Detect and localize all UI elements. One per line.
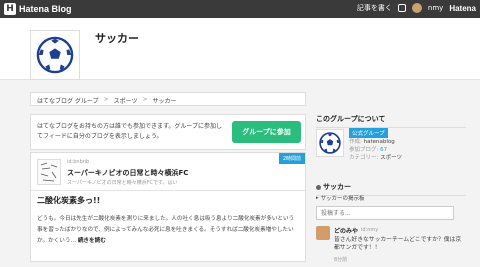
group-title: サッカー — [95, 32, 139, 45]
entry-excerpt: どうも。今日は先生が二酸化炭素を測りに来ました。人の吐く息は吸う息より二酸化炭素… — [37, 214, 299, 247]
board-post-input[interactable] — [316, 206, 454, 220]
entry-excerpt-text: どうも。今日は先生が二酸化炭素を測りに来ました。人の吐く息は吸う息より二酸化炭素… — [37, 216, 295, 244]
join-panel: はてなブログをお持ちの方は誰でも参加できます。グループに参加してフィードに自分の… — [30, 114, 306, 150]
comment-author[interactable]: どのみや — [334, 226, 358, 235]
pin-icon — [316, 184, 321, 190]
board-title: サッカー — [323, 183, 351, 191]
breadcrumb-home[interactable]: はてなブログ グループ — [37, 96, 99, 105]
hatena-blog-logo[interactable]: H Hatena Blog — [4, 3, 72, 15]
breadcrumb: はてなブログ グループ > スポーツ > サッカー — [30, 92, 306, 106]
group-header: サッカー — [0, 18, 480, 80]
category-label: カテゴリー: — [349, 155, 379, 161]
creator-label: 作成: — [349, 139, 362, 145]
soccer-ball-icon — [30, 30, 80, 80]
logo-text: Hatena Blog — [19, 4, 72, 14]
join-message: はてなブログをお持ちの方は誰でも参加できます。グループに参加してフィードに自分の… — [37, 123, 223, 140]
read-more-link[interactable]: 続きを読む — [78, 238, 106, 244]
entry-blog-description: スーパーキノピオの日常と時々横浜FCです。はい — [67, 180, 178, 186]
breadcrumb-current: サッカー — [152, 98, 177, 105]
avatar[interactable] — [316, 226, 330, 240]
about-section-title: このグループについて — [316, 114, 466, 128]
category-value[interactable]: スポーツ — [380, 155, 402, 161]
feed-entry: id:bnbnb スーパーキノピオの日常と時々横浜FC スーパーキノピオの日常と… — [30, 152, 306, 262]
soccer-ball-icon — [316, 129, 344, 157]
global-header: H Hatena Blog 記事を書く nmy Hatena — [0, 0, 480, 18]
comment-author-id[interactable]: id:nmy — [361, 227, 378, 233]
blogs-label: 参加ブログ: — [349, 147, 379, 153]
header-actions: 記事を書く nmy Hatena — [357, 3, 476, 13]
divider — [31, 190, 305, 191]
comment-text: 皆さん好きなサッカーチームどこですか？僕は京都サンガです！！ — [334, 237, 462, 251]
sidebar: このグループについて 公式グループ 作成: hatenablog 参加ブログ: … — [316, 114, 466, 263]
hatena-logo-icon: H — [4, 3, 16, 15]
entry-title[interactable]: 二酸化炭素多っ!! — [37, 195, 100, 206]
board-link-label: サッカーの掲示板 — [320, 196, 365, 202]
username[interactable]: nmy — [428, 4, 443, 12]
entry-blog-name[interactable]: スーパーキノピオの日常と時々横浜FC — [67, 168, 188, 178]
hatena-brand-link[interactable]: Hatena — [449, 4, 476, 13]
join-group-button[interactable]: グループに参加 — [232, 121, 301, 143]
comment-timestamp: 8分前 — [334, 257, 348, 263]
user-avatar[interactable] — [411, 3, 422, 13]
blog-thumbnail[interactable] — [37, 159, 61, 185]
chevron-right-icon: ▸ — [316, 195, 319, 201]
notification-icon[interactable] — [397, 4, 406, 12]
official-group-badge: 公式グループ — [349, 128, 388, 138]
time-badge: 2時間前 — [278, 153, 305, 164]
breadcrumb-sports[interactable]: スポーツ — [114, 96, 138, 105]
entry-author[interactable]: id:bnbnb — [67, 159, 89, 165]
breadcrumb-separator: > — [142, 96, 148, 103]
breadcrumb-separator: > — [103, 96, 109, 103]
blogs-count[interactable]: 67 — [380, 147, 387, 153]
group-meta: 作成: hatenablog 参加ブログ: 67 カテゴリー: スポーツ — [349, 138, 402, 162]
write-article-link[interactable]: 記事を書く — [357, 3, 392, 13]
board-link[interactable]: ▸ サッカーの掲示板 — [316, 194, 365, 202]
creator-value[interactable]: hatenablog — [364, 139, 395, 145]
